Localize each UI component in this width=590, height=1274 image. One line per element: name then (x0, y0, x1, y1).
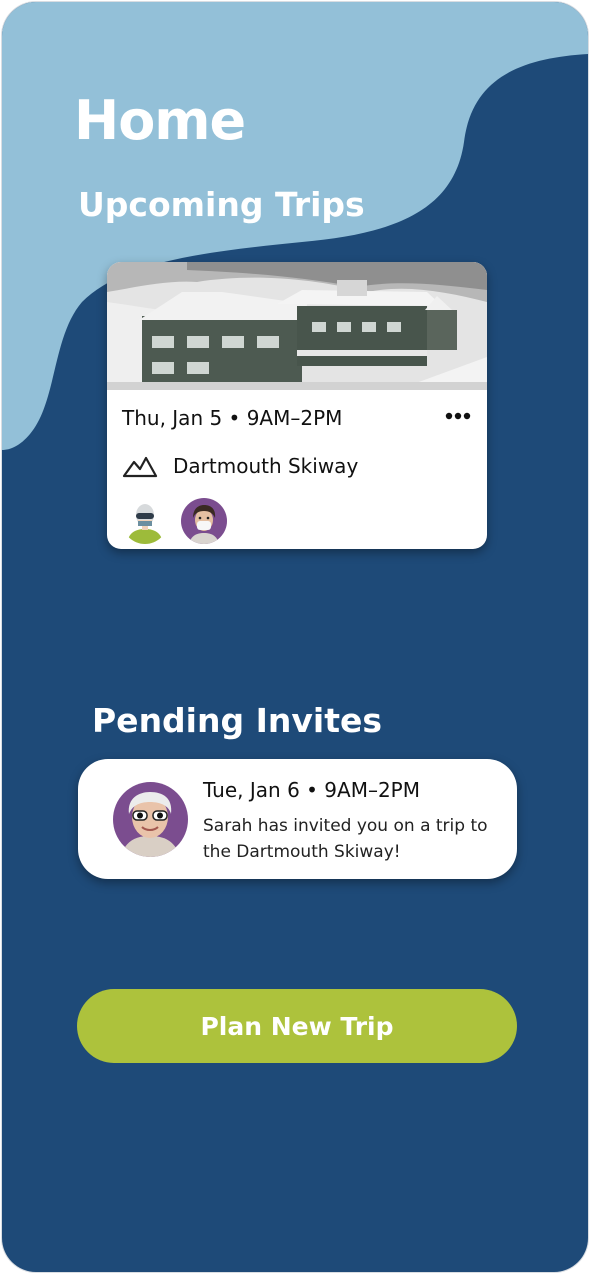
mountain-icon (122, 456, 158, 478)
trip-card[interactable]: Thu, Jan 5 • 9AM–2PM Dartmouth Skiway (107, 262, 487, 549)
skier-avatar (122, 498, 168, 544)
sarah-avatar (113, 782, 188, 857)
invite-date-time: Tue, Jan 6 • 9AM–2PM (203, 778, 421, 802)
invite-message: Sarah has invited you on a trip to the D… (203, 816, 488, 862)
participant-avatar-skier[interactable] (122, 498, 168, 544)
pending-invites-heading: Pending Invites (92, 701, 382, 740)
participant-avatar-masked[interactable] (181, 498, 227, 544)
app-screen: Home Upcoming Trips Thu, Jan 5 • 9AM–2PM… (2, 2, 588, 1272)
plan-new-trip-label: Plan New Trip (200, 1011, 394, 1041)
trip-options-button[interactable] (443, 402, 473, 430)
trip-date-time: Thu, Jan 5 • 9AM–2PM (122, 406, 343, 430)
ski-lodge-photo (107, 262, 487, 390)
upcoming-trips-heading: Upcoming Trips (78, 185, 365, 224)
page-title: Home (74, 89, 246, 152)
pending-invite-card[interactable]: Tue, Jan 6 • 9AM–2PM Sarah has invited y… (78, 759, 517, 879)
sarah-photo (113, 782, 188, 857)
more-horizontal-icon (445, 412, 471, 420)
masked-person-avatar (181, 498, 227, 544)
plan-new-trip-button[interactable]: Plan New Trip (77, 989, 517, 1063)
trip-location: Dartmouth Skiway (173, 454, 359, 478)
